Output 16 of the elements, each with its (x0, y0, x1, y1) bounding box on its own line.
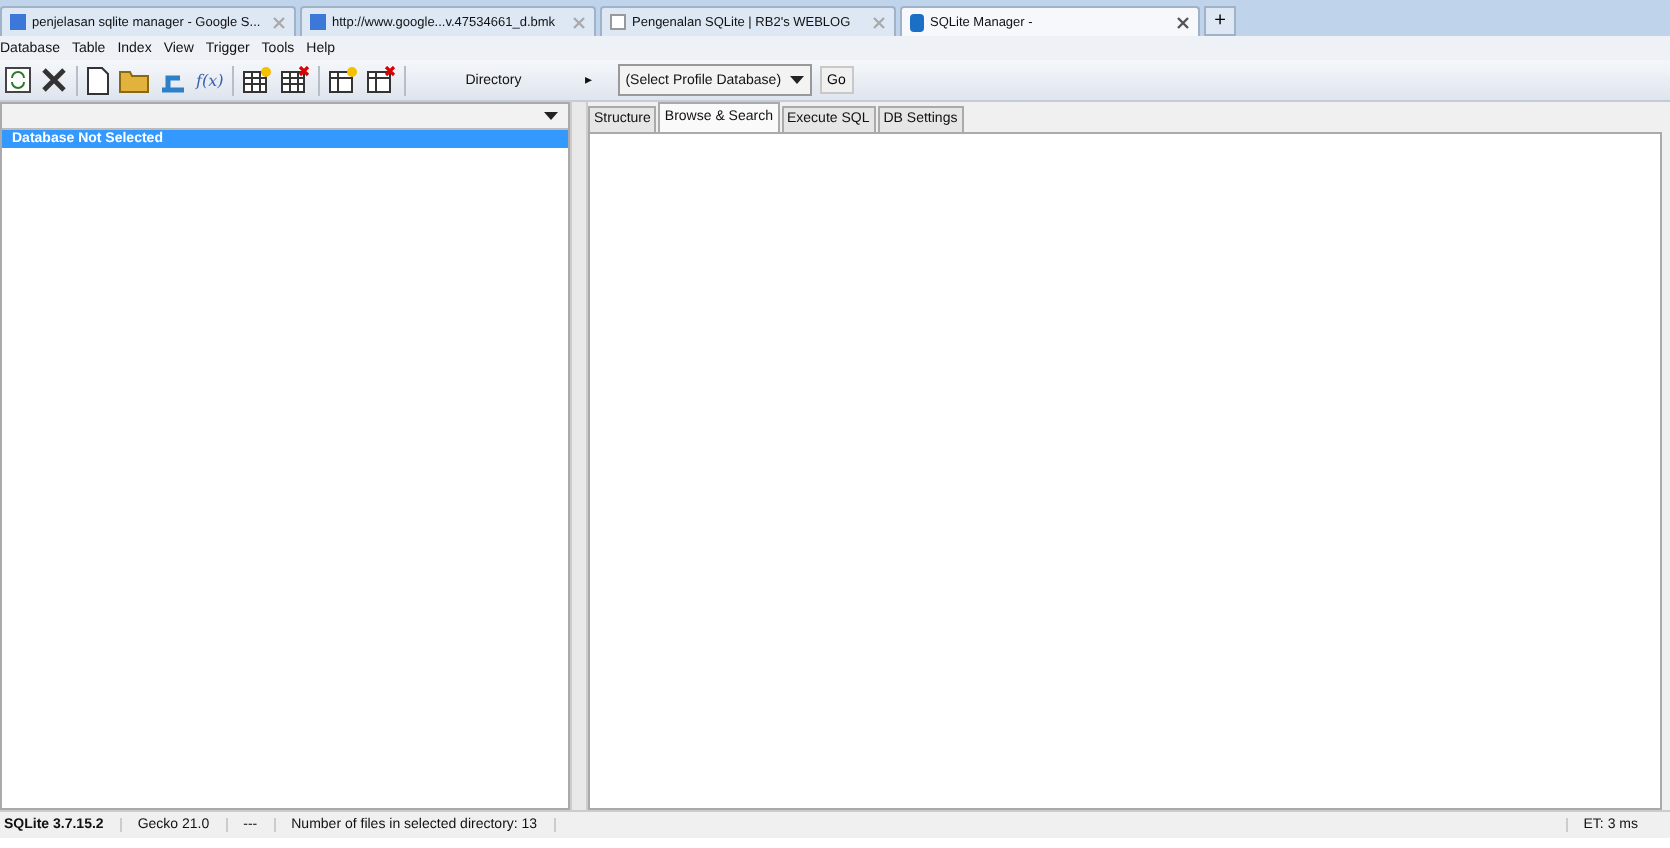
database-icon (910, 13, 924, 31)
close-icon[interactable] (1176, 15, 1190, 29)
dropdown-arrow-icon (789, 76, 804, 84)
folder-icon[interactable] (118, 66, 150, 94)
refresh-icon[interactable] (4, 66, 32, 94)
new-tab-button[interactable]: + (1204, 6, 1236, 36)
function-button[interactable]: f(x) (196, 71, 224, 89)
favicon (310, 14, 326, 30)
page-icon (610, 14, 626, 30)
new-index-icon[interactable] (327, 66, 358, 94)
new-table-icon[interactable] (241, 66, 272, 94)
new-file-icon[interactable] (86, 65, 110, 95)
dropdown-arrow-icon (544, 112, 558, 120)
delete-table-icon[interactable] (279, 66, 310, 94)
delete-index-icon[interactable] (365, 66, 396, 94)
favicon (10, 14, 26, 30)
